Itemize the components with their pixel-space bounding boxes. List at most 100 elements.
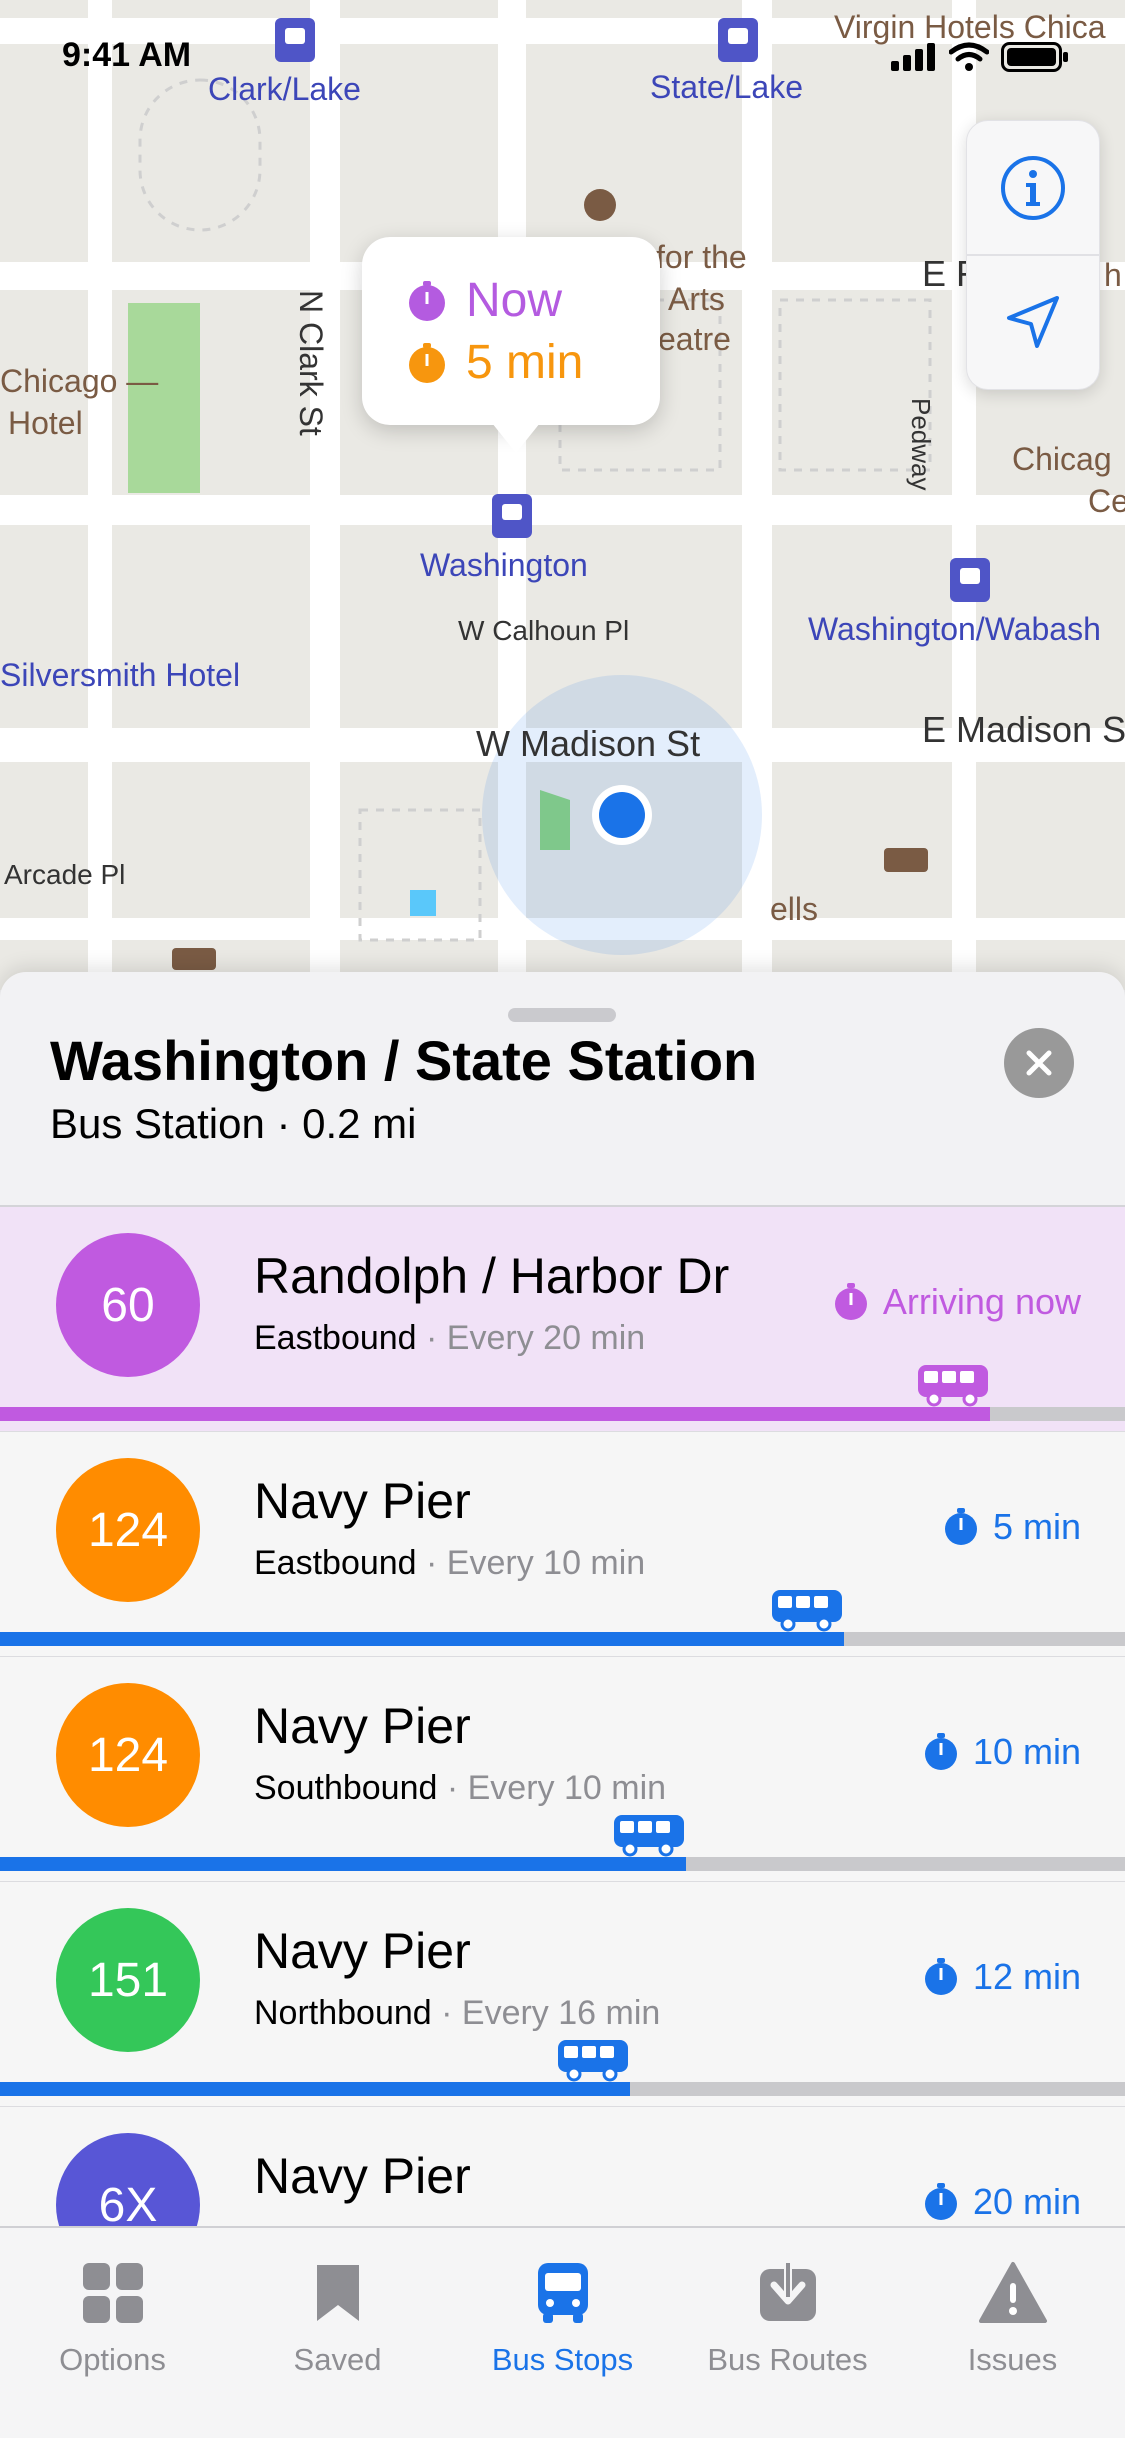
map-label-chicago-hotel-1: Chicago — bbox=[0, 363, 158, 399]
tab-bus-routes[interactable]: Bus Routes bbox=[675, 2258, 900, 2378]
tab-label: Options bbox=[59, 2342, 166, 2377]
map-label-n-clark-st: N Clark St bbox=[293, 290, 329, 436]
station-subtitle: Bus Station · 0.2 mi bbox=[50, 1100, 417, 1147]
route-destination: Randolph / Harbor Dr bbox=[254, 1248, 730, 1304]
info-icon bbox=[1001, 155, 1065, 220]
wifi-icon bbox=[949, 42, 989, 71]
map-label-ells: Silversmith Hotel bbox=[0, 657, 240, 693]
tab-label: Bus Stops bbox=[491, 2342, 634, 2377]
grid-icon bbox=[82, 2263, 143, 2323]
map-label-chicago-hotel-2: Hotel bbox=[8, 405, 83, 441]
map-label-chicago-right: Chicag bbox=[1012, 441, 1112, 477]
route-destination: Navy Pier bbox=[254, 1698, 471, 1754]
map-label-pedway: Pedway bbox=[906, 398, 936, 491]
route-meta: Northbound · Every 16 min bbox=[254, 1994, 660, 2033]
map-label-washington: Washington bbox=[420, 547, 588, 583]
route-progress-bar bbox=[0, 2082, 1125, 2096]
battery-icon bbox=[1001, 42, 1068, 72]
callout-now-row: Now bbox=[406, 273, 562, 328]
close-icon bbox=[1026, 1050, 1052, 1076]
route-progress-fill bbox=[0, 1857, 687, 1871]
timer-icon bbox=[924, 1733, 957, 1770]
route-eta: 5 min bbox=[943, 1506, 1081, 1548]
route-destination: Navy Pier bbox=[254, 1473, 471, 1529]
tab-label: Saved bbox=[293, 2342, 382, 2377]
route-eta-label: 10 min bbox=[972, 1731, 1081, 1772]
route-number-badge: 60 bbox=[56, 1233, 200, 1377]
timer-icon bbox=[834, 1283, 867, 1320]
warning-icon bbox=[978, 2262, 1047, 2323]
tab-bar: Options Saved Bus Stops Bus Routes Issue… bbox=[0, 2226, 1125, 2438]
tab-label: Issues bbox=[967, 2342, 1058, 2377]
route-number-badge: 124 bbox=[56, 1683, 200, 1827]
timer-icon bbox=[409, 280, 445, 321]
route-progress-bar bbox=[0, 1407, 1125, 1421]
route-direction: Eastbound bbox=[254, 1544, 417, 1582]
map-label-washington-wabash: Washington/Wabash bbox=[808, 611, 1101, 647]
route-meta: Eastbound · Every 10 min bbox=[254, 1544, 645, 1583]
route-direction: Northbound bbox=[254, 1994, 432, 2032]
close-button[interactable] bbox=[1004, 1028, 1074, 1098]
callout-now-label: Now bbox=[466, 274, 563, 327]
map-controls bbox=[966, 120, 1100, 390]
tab-saved[interactable]: Saved bbox=[225, 2258, 450, 2378]
route-eta: Arriving now bbox=[833, 1281, 1081, 1323]
route-number-badge: 151 bbox=[56, 1908, 200, 2052]
callout-later-label: 5 min bbox=[466, 336, 584, 389]
tab-options[interactable]: Options bbox=[0, 2258, 225, 2378]
route-frequency: · Every 10 min bbox=[437, 1769, 667, 1807]
map-label-silversmith-hotel: ells bbox=[770, 891, 818, 927]
route-eta-label: 5 min bbox=[992, 1506, 1081, 1547]
route-row[interactable]: 151 Navy Pier Northbound · Every 16 min 12 … bbox=[0, 1882, 1125, 2108]
route-row[interactable]: 124 Navy Pier Eastbound · Every 10 min 5 mi… bbox=[0, 1432, 1125, 1658]
route-eta-label: 20 min bbox=[972, 2181, 1081, 2222]
timer-icon bbox=[409, 342, 445, 383]
route-progress-bar bbox=[0, 1632, 1125, 1646]
bus-icon bbox=[537, 2263, 588, 2323]
status-icons bbox=[891, 42, 1069, 72]
tab-bus-stops[interactable]: Bus Stops bbox=[450, 2258, 675, 2378]
map-label-w-madison-st: W Madison St bbox=[476, 723, 700, 764]
route-number-badge: 124 bbox=[56, 1458, 200, 1602]
station-sheet: Washington / State Station Bus Station ·… bbox=[0, 972, 1125, 2436]
bus-position-icon bbox=[918, 1365, 988, 1407]
map-view[interactable]: Clark/Lake State/Lake Washington Washing… bbox=[0, 0, 1125, 990]
route-destination: Navy Pier bbox=[254, 2148, 471, 2204]
map-label-h: h bbox=[1104, 257, 1122, 293]
map-label-arts: Arts bbox=[668, 281, 725, 317]
tab-label: Bus Routes bbox=[707, 2342, 868, 2377]
route-eta: 20 min bbox=[923, 2181, 1081, 2223]
route-eta-label: Arriving now bbox=[882, 1281, 1081, 1322]
map-label-for-the: for the bbox=[656, 239, 747, 275]
download-icon bbox=[759, 2261, 816, 2321]
sheet-grabber[interactable] bbox=[508, 1008, 616, 1022]
route-meta: Eastbound · Every 20 min bbox=[254, 1319, 645, 1358]
route-progress-bar bbox=[0, 1857, 1125, 1871]
route-eta: 10 min bbox=[923, 1731, 1081, 1773]
bus-position-icon bbox=[772, 1590, 842, 1632]
arrival-callout[interactable]: Now 5 min bbox=[362, 237, 660, 453]
route-frequency: · Every 10 min bbox=[416, 1544, 646, 1582]
locate-button[interactable] bbox=[967, 255, 1099, 388]
location-arrow-icon bbox=[1007, 295, 1059, 348]
bus-position-icon bbox=[558, 2040, 628, 2082]
tab-issues[interactable]: Issues bbox=[900, 2258, 1125, 2378]
signal-icon bbox=[891, 43, 935, 71]
route-destination: Navy Pier bbox=[254, 1923, 471, 1979]
info-button[interactable] bbox=[967, 121, 1099, 256]
route-direction: Eastbound bbox=[254, 1319, 417, 1357]
map-label-e-madison-st: E Madison St bbox=[922, 709, 1125, 750]
route-direction: Southbound bbox=[254, 1769, 438, 1807]
status-time: 9:41 AM bbox=[62, 36, 192, 74]
bookmark-icon bbox=[316, 2265, 359, 2321]
map-label-ce: Ce bbox=[1088, 483, 1125, 519]
bus-position-icon bbox=[614, 1815, 684, 1857]
map-label-arcade-pl: Arcade Pl bbox=[4, 859, 125, 890]
route-row[interactable]: 60 Randolph / Harbor Dr Eastbound · Every … bbox=[0, 1207, 1125, 1433]
map-label-eatre: eatre bbox=[658, 321, 731, 357]
timer-icon bbox=[924, 2183, 957, 2220]
map-label-w-calhoun-pl: W Calhoun Pl bbox=[458, 615, 629, 646]
route-row[interactable]: 124 Navy Pier Southbound · Every 10 min 10 … bbox=[0, 1657, 1125, 1883]
station-title: Washington / State Station bbox=[50, 1029, 758, 1092]
route-eta-label: 12 min bbox=[972, 1956, 1081, 1997]
